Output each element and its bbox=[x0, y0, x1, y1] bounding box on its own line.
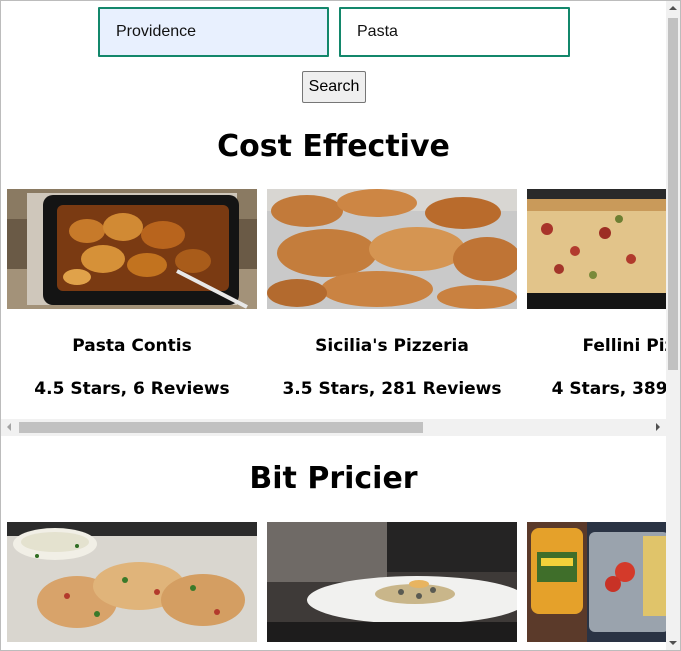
restaurant-name: Sicilia's Pizzeria bbox=[315, 336, 469, 356]
city-input[interactable] bbox=[98, 7, 329, 57]
section-title-bit-pricier: Bit Pricier bbox=[249, 461, 418, 496]
browser-viewport: Search Cost Effective bbox=[0, 0, 681, 651]
search-form bbox=[1, 7, 666, 61]
vertical-scrollbar[interactable] bbox=[666, 1, 680, 650]
restaurant-name: Fellini Pizzeria bbox=[582, 336, 666, 356]
restaurant-card[interactable] bbox=[527, 522, 666, 642]
restaurant-photo bbox=[527, 522, 666, 642]
scroll-up-icon[interactable] bbox=[669, 6, 677, 10]
restaurant-card[interactable] bbox=[267, 522, 517, 642]
restaurant-photo bbox=[267, 522, 517, 642]
food-input[interactable] bbox=[339, 7, 570, 57]
restaurant-photo bbox=[527, 189, 666, 309]
restaurant-strip-cost-effective: Pasta Contis 4.5 Stars, 6 Reviews Sicili… bbox=[1, 189, 666, 419]
horizontal-scrollbar[interactable] bbox=[1, 419, 666, 436]
vertical-scroll-thumb[interactable] bbox=[668, 18, 678, 370]
restaurant-strip-bit-pricier bbox=[1, 522, 666, 650]
horizontal-scroll-thumb[interactable] bbox=[19, 422, 423, 433]
section-title-cost-effective: Cost Effective bbox=[217, 129, 450, 164]
restaurant-photo bbox=[7, 522, 257, 642]
restaurant-rating: 3.5 Stars, 281 Reviews bbox=[282, 379, 502, 399]
restaurant-rating: 4 Stars, 389 Reviews bbox=[551, 379, 666, 399]
restaurant-card[interactable] bbox=[7, 522, 257, 642]
restaurant-card[interactable]: Sicilia's Pizzeria 3.5 Stars, 281 Review… bbox=[267, 189, 517, 399]
scroll-right-icon[interactable] bbox=[656, 423, 660, 431]
restaurant-card[interactable]: Pasta Contis 4.5 Stars, 6 Reviews bbox=[7, 189, 257, 399]
restaurant-photo bbox=[7, 189, 257, 309]
restaurant-rating: 4.5 Stars, 6 Reviews bbox=[34, 379, 230, 399]
page-content: Search Cost Effective bbox=[1, 1, 666, 650]
scroll-down-icon[interactable] bbox=[669, 641, 677, 645]
search-button[interactable]: Search bbox=[302, 71, 366, 103]
scroll-left-icon[interactable] bbox=[7, 423, 11, 431]
restaurant-photo bbox=[267, 189, 517, 309]
restaurant-card[interactable]: Fellini Pizzeria 4 Stars, 389 Reviews bbox=[527, 189, 666, 399]
restaurant-name: Pasta Contis bbox=[72, 336, 192, 356]
